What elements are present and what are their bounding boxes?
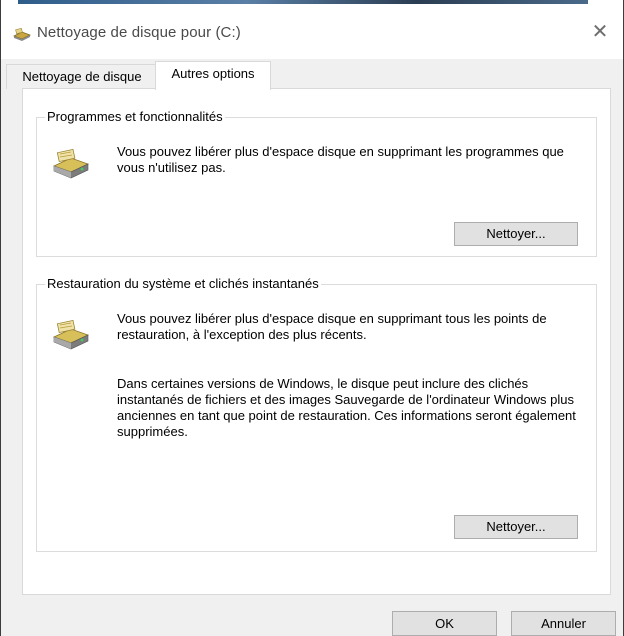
restore-description-details: Dans certaines versions de Windows, le d… bbox=[117, 376, 576, 439]
group-restore-title: Restauration du système et clichés insta… bbox=[45, 276, 321, 291]
tab-nettoyage-de-disque[interactable]: Nettoyage de disque bbox=[6, 64, 158, 89]
tab-autres-options[interactable]: Autres options bbox=[155, 61, 271, 90]
ok-button[interactable]: OK bbox=[392, 611, 497, 636]
group-programs-title: Programmes et fonctionnalités bbox=[45, 109, 225, 124]
title-bar[interactable]: Nettoyage de disque pour (C:) ✕ bbox=[1, 4, 623, 59]
drive-cleanup-icon bbox=[52, 148, 90, 179]
programs-cleanup-button[interactable]: Nettoyer... bbox=[454, 222, 578, 246]
restore-description: Vous pouvez libérer plus d'espace disque… bbox=[117, 311, 547, 342]
drive-cleanup-icon bbox=[52, 319, 90, 350]
tab-panel: Programmes et fonctionnalités Vous pouve… bbox=[22, 88, 611, 595]
programs-description: Vous pouvez libérer plus d'espace disque… bbox=[117, 144, 564, 175]
window-title: Nettoyage de disque pour (C:) bbox=[37, 24, 241, 41]
close-icon[interactable]: ✕ bbox=[589, 20, 611, 42]
group-restore: Restauration du système et clichés insta… bbox=[36, 276, 597, 552]
cancel-button[interactable]: Annuler bbox=[511, 611, 616, 636]
group-programs: Programmes et fonctionnalités Vous pouve… bbox=[36, 109, 597, 257]
disk-cleanup-icon bbox=[13, 27, 31, 42]
restore-cleanup-button[interactable]: Nettoyer... bbox=[454, 515, 578, 539]
